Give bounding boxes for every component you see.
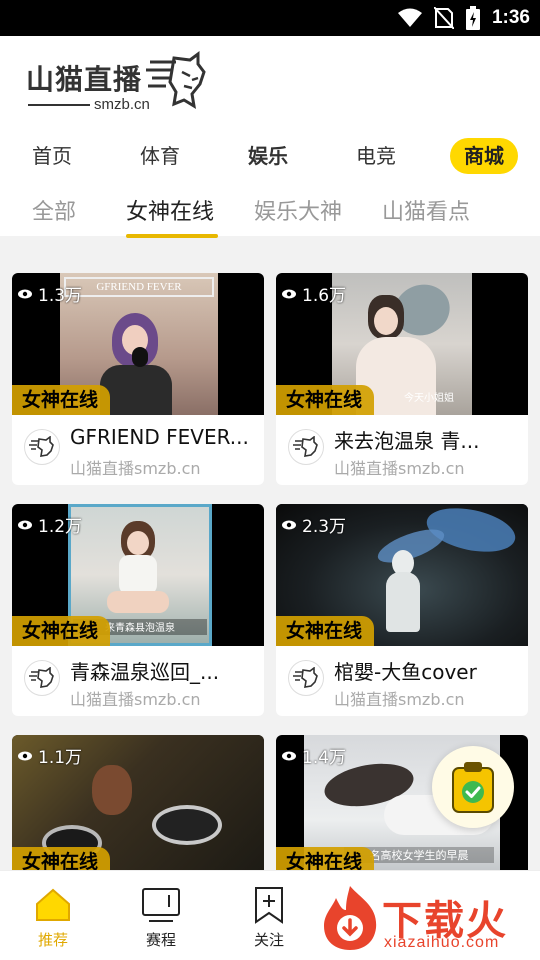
- card-info: GFRIEND FEVER... 山猫直播smzb.cn: [12, 415, 264, 485]
- battery-icon: [465, 6, 480, 30]
- logo-domain: smzb.cn: [94, 96, 150, 113]
- video-card[interactable]: 1.1万 女神在线: [12, 735, 264, 870]
- eye-icon: [282, 751, 296, 760]
- tab-entertainment[interactable]: 娱乐: [248, 138, 288, 174]
- video-card[interactable]: 来青森县泡温泉 1.2万 女神在线 青森温泉巡回_... 山猫直播smzb.cn: [12, 504, 264, 716]
- nav-schedule[interactable]: 赛程: [126, 885, 196, 950]
- view-count-text: 1.2万: [38, 517, 83, 537]
- avatar[interactable]: [24, 660, 60, 696]
- schedule-icon: [141, 885, 181, 925]
- video-title[interactable]: 青森温泉巡回_...: [70, 656, 258, 685]
- logo-divider: [28, 104, 90, 106]
- tab-esports[interactable]: 电竞: [356, 138, 396, 174]
- tab-home[interactable]: 首页: [32, 138, 72, 174]
- card-info: 青森温泉巡回_... 山猫直播smzb.cn: [12, 646, 264, 716]
- flame-logo-icon: [324, 886, 377, 950]
- status-time: 1:36: [491, 7, 530, 28]
- view-count-text: 1.3万: [38, 286, 83, 306]
- video-source: 山猫直播smzb.cn: [334, 690, 465, 709]
- nav-label: 赛程: [145, 931, 176, 949]
- subtab-entertainment-stars[interactable]: 娱乐大神: [254, 194, 342, 232]
- subtab-lynx-highlights[interactable]: 山猫看点: [382, 194, 470, 232]
- lynx-avatar-icon: [29, 667, 54, 688]
- home-icon: [33, 885, 73, 925]
- video-title[interactable]: GFRIEND FEVER...: [70, 425, 258, 449]
- sub-tabs: 全部 女神在线 娱乐大神 山猫看点: [0, 194, 540, 238]
- video-source: 山猫直播smzb.cn: [70, 459, 201, 478]
- video-card[interactable]: GFRIEND FEVER 1.3万 女神在线 GFRIEND FEVER...…: [12, 273, 264, 485]
- view-count: 1.6万: [282, 281, 346, 306]
- no-sim-icon: [433, 7, 454, 29]
- app-logo[interactable]: 山猫直播 smzb.cn: [26, 48, 216, 118]
- tab-mall[interactable]: 商城: [450, 138, 518, 174]
- view-count: 1.2万: [18, 512, 82, 537]
- video-thumbnail[interactable]: 今天小姐姐 1.6万 女神在线: [276, 273, 528, 415]
- video-thumbnail[interactable]: 来青森县泡温泉 1.2万 女神在线: [12, 504, 264, 646]
- video-title[interactable]: 棺嬰-大鱼cover: [334, 656, 522, 685]
- category-badge: 女神在线: [276, 385, 375, 415]
- category-badge: 女神在线: [12, 847, 111, 870]
- wifi-icon: [397, 8, 422, 27]
- bookmark-icon: [249, 885, 289, 925]
- video-source: 山猫直播smzb.cn: [334, 459, 465, 478]
- category-badge: 女神在线: [12, 385, 111, 415]
- lynx-logo-icon: [146, 51, 206, 109]
- view-count: 1.4万: [282, 743, 346, 768]
- eye-icon: [18, 520, 32, 529]
- view-count-text: 2.3万: [302, 517, 347, 537]
- clipboard-check-icon: [452, 762, 494, 813]
- tab-sports[interactable]: 体育: [140, 138, 180, 174]
- video-source: 山猫直播smzb.cn: [70, 690, 201, 709]
- nav-label: 推荐: [37, 931, 68, 949]
- main-tabs: 首页 体育 娱乐 电竞 商城: [0, 132, 540, 180]
- lynx-avatar-icon: [293, 667, 318, 688]
- logo-name: 山猫直播: [26, 63, 143, 96]
- card-info: 棺嬰-大鱼cover 山猫直播smzb.cn: [276, 646, 528, 716]
- eye-icon: [282, 289, 296, 298]
- category-badge: 女神在线: [12, 616, 111, 646]
- avatar[interactable]: [288, 429, 324, 465]
- lynx-avatar-icon: [293, 436, 318, 457]
- status-icons: 1:36: [397, 6, 530, 30]
- avatar[interactable]: [24, 429, 60, 465]
- view-count: 1.1万: [18, 743, 82, 768]
- view-count-text: 1.6万: [302, 286, 347, 306]
- video-thumbnail[interactable]: 1.1万 女神在线: [12, 735, 264, 870]
- nav-label: 关注: [253, 931, 284, 949]
- card-info: 来去泡温泉 青... 山猫直播smzb.cn: [276, 415, 528, 485]
- status-bar: 1:36: [0, 0, 540, 36]
- view-count: 2.3万: [282, 512, 346, 537]
- avatar[interactable]: [288, 660, 324, 696]
- eye-icon: [282, 520, 296, 529]
- view-count-text: 1.4万: [302, 748, 347, 768]
- subtab-all[interactable]: 全部: [32, 194, 76, 232]
- header: 山猫直播 smzb.cn 首页 体育 娱乐 电竞 商城 全部 女神在线 娱乐大神…: [0, 36, 540, 238]
- nav-follow[interactable]: 关注: [234, 885, 304, 950]
- video-thumbnail[interactable]: GFRIEND FEVER 1.3万 女神在线: [12, 273, 264, 415]
- task-clipboard-button[interactable]: [432, 746, 514, 828]
- eye-icon: [18, 289, 32, 298]
- category-badge: 女神在线: [276, 847, 375, 870]
- view-count: 1.3万: [18, 281, 82, 306]
- video-card[interactable]: 今天小姐姐 1.6万 女神在线 来去泡温泉 青... 山猫直播smzb.cn: [276, 273, 528, 485]
- video-thumbnail[interactable]: 2.3万 女神在线: [276, 504, 528, 646]
- lynx-avatar-icon: [29, 436, 54, 457]
- category-badge: 女神在线: [276, 616, 375, 646]
- subtab-goddess-online[interactable]: 女神在线: [126, 194, 214, 232]
- watermark-logo: 下载火 xiazaihuo.com: [318, 884, 540, 956]
- view-count-text: 1.1万: [38, 748, 83, 768]
- watermark-url: xiazaihuo.com: [384, 934, 500, 951]
- nav-recommend[interactable]: 推荐: [18, 885, 88, 950]
- eye-icon: [18, 751, 32, 760]
- thumb-caption: 今天小姐姐: [404, 393, 454, 404]
- video-card[interactable]: 2.3万 女神在线 棺嬰-大鱼cover 山猫直播smzb.cn: [276, 504, 528, 716]
- thumb-caption: GFRIEND FEVER: [64, 277, 214, 297]
- video-title[interactable]: 来去泡温泉 青...: [334, 425, 522, 454]
